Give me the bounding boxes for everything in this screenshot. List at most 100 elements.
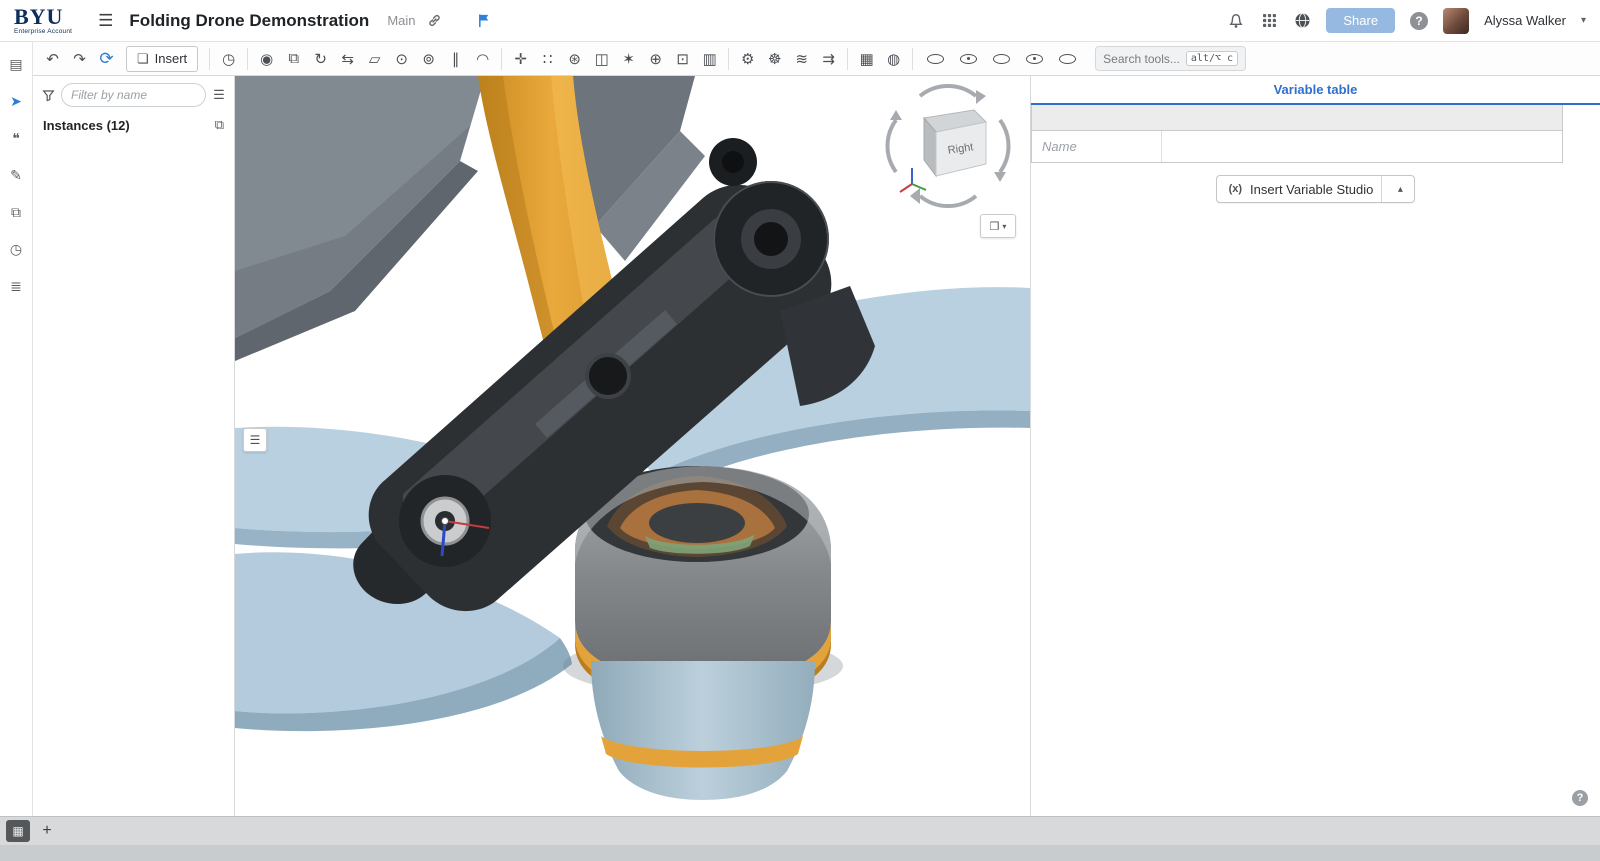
user-menu-caret-icon[interactable]: ▾ bbox=[1581, 15, 1586, 26]
circular-pattern-icon[interactable]: ⊛ bbox=[561, 46, 588, 72]
filter-input[interactable] bbox=[61, 83, 206, 107]
linear-pattern-icon[interactable]: ∷ bbox=[534, 46, 561, 72]
sketch-curve-3-icon[interactable] bbox=[988, 46, 1015, 72]
frames-icon[interactable]: ☸ bbox=[761, 46, 788, 72]
version-flag-icon[interactable] bbox=[476, 12, 494, 30]
routing-icon[interactable]: ⇉ bbox=[815, 46, 842, 72]
new-variable-name-placeholder[interactable]: Name bbox=[1032, 131, 1162, 162]
app-header: BYU Enterprise Account ☰ Folding Drone D… bbox=[0, 0, 1600, 42]
add-tab-button[interactable]: + bbox=[34, 817, 60, 845]
insert-variable-studio-label: Insert Variable Studio bbox=[1250, 181, 1374, 197]
insert-variable-studio-button[interactable]: (x) Insert Variable Studio ▴ bbox=[1215, 175, 1416, 203]
follow-mode-icon[interactable]: ➤ bbox=[5, 91, 27, 111]
variable-table-header bbox=[1031, 105, 1563, 131]
ball-mate-icon[interactable]: ⊚ bbox=[415, 46, 442, 72]
user-name: Alyssa Walker bbox=[1484, 13, 1566, 28]
instances-panel: ☰ Instances (12) ⧉ bbox=[33, 76, 235, 816]
explode-icon[interactable]: ✶ bbox=[615, 46, 642, 72]
insert-icon: ❏ bbox=[137, 50, 149, 66]
sketch-curve-4-icon[interactable] bbox=[1021, 46, 1048, 72]
toolbar-separator bbox=[728, 47, 730, 70]
slider-mate-icon[interactable]: ⇆ bbox=[334, 46, 361, 72]
insert-button[interactable]: ❏ Insert bbox=[126, 45, 199, 72]
revolute-mate-icon[interactable]: ↻ bbox=[307, 46, 334, 72]
byu-logo-text: BYU bbox=[14, 3, 64, 29]
curve-tool-icons bbox=[922, 46, 1081, 72]
snapshot-icon[interactable]: ⊡ bbox=[669, 46, 696, 72]
named-positions-icon[interactable]: ⊕ bbox=[642, 46, 669, 72]
new-row-empty bbox=[1162, 131, 1564, 162]
mate-connector-icon[interactable]: ✛ bbox=[507, 46, 534, 72]
history-icon[interactable]: ◷ bbox=[5, 239, 27, 259]
toolbar-separator bbox=[912, 47, 914, 70]
model-viewport[interactable]: Right ❒ ▾ ☰ bbox=[235, 76, 1030, 816]
search-tools-placeholder: Search tools... bbox=[1103, 51, 1180, 66]
sketch-curve-2-icon[interactable] bbox=[955, 46, 982, 72]
document-title: Folding Drone Demonstration bbox=[129, 10, 370, 30]
appearance-icon[interactable]: ◍ bbox=[880, 46, 907, 72]
main-toolbar: ↶ ↷ ⟳ ❏ Insert ◷ ◉ ⧉ ↻ ⇆ ▱ ⊙ ⊚ ∥ ◠ ✛ ∷ ⊛ ◫ ✶ ⊕ ⊡ ▥ ⚙ ☸ ≋ ⇉ ▦ ◍ … bbox=[33, 42, 1600, 76]
redo-button[interactable]: ↷ bbox=[66, 46, 93, 72]
instances-label: Instances (12) bbox=[43, 117, 130, 133]
edit-document-icon[interactable]: ✎ bbox=[5, 165, 27, 185]
toolbar-separator bbox=[209, 47, 211, 70]
filter-row: ☰ bbox=[33, 76, 234, 112]
share-button[interactable]: Share bbox=[1326, 8, 1396, 33]
search-tools-box[interactable]: Search tools... alt/⌥ c bbox=[1095, 46, 1247, 71]
bottom-strip bbox=[0, 845, 1600, 861]
mirror-icon[interactable]: ◫ bbox=[588, 46, 615, 72]
bom-icon[interactable]: ▥ bbox=[696, 46, 723, 72]
cylindrical-mate-icon[interactable]: ⊙ bbox=[388, 46, 415, 72]
tab-manager-button[interactable]: ▦ bbox=[6, 820, 30, 842]
tangent-mate-icon[interactable]: ◠ bbox=[469, 46, 496, 72]
byu-logo-subtext: Enterprise Account bbox=[14, 27, 73, 35]
rollback-history-icon[interactable]: ◷ bbox=[215, 46, 242, 72]
workspace-name[interactable]: Main bbox=[387, 13, 415, 28]
feature-list-icon[interactable]: ▤ bbox=[5, 54, 27, 74]
byu-logo[interactable]: BYU Enterprise Account bbox=[14, 3, 73, 36]
panel-help-icon[interactable]: ? bbox=[1572, 790, 1588, 806]
drawing-icon[interactable]: ▦ bbox=[853, 46, 880, 72]
search-shortcut-chip: alt/⌥ c bbox=[1185, 51, 1239, 66]
insert-instance-icon[interactable]: ⧉ bbox=[215, 117, 224, 133]
view-cube-faces: Right bbox=[923, 109, 988, 178]
toolbar-separator bbox=[501, 47, 503, 70]
parallel-mate-icon[interactable]: ∥ bbox=[442, 46, 469, 72]
globe-icon[interactable] bbox=[1293, 12, 1311, 30]
variable-table-new-row[interactable]: Name bbox=[1031, 131, 1563, 163]
feature-panel-toggle[interactable]: ☰ bbox=[243, 428, 267, 452]
mate-icon[interactable]: ◉ bbox=[253, 46, 280, 72]
user-avatar[interactable] bbox=[1443, 7, 1470, 34]
properties-icon[interactable]: ≣ bbox=[5, 276, 27, 296]
cube-icon: ❒ bbox=[989, 220, 1000, 233]
filter-funnel-icon[interactable] bbox=[40, 89, 56, 102]
button-divider bbox=[1381, 176, 1383, 202]
axis-triad bbox=[899, 168, 927, 193]
variable-table-title: Variable table bbox=[1031, 76, 1600, 105]
view-cube[interactable]: Right bbox=[882, 80, 1014, 212]
undo-button[interactable]: ↶ bbox=[39, 46, 66, 72]
planar-mate-icon[interactable]: ▱ bbox=[361, 46, 388, 72]
comments-icon[interactable]: ❝ bbox=[5, 128, 27, 148]
help-icon[interactable]: ? bbox=[1410, 11, 1429, 30]
apps-grid-icon[interactable] bbox=[1260, 12, 1278, 30]
view-menu-button[interactable]: ❒ ▾ bbox=[980, 214, 1016, 238]
insert-studio-caret-icon[interactable]: ▴ bbox=[1390, 184, 1410, 195]
variable-studio-icon: (x) bbox=[1228, 183, 1243, 195]
sketch-curve-1-icon[interactable] bbox=[922, 46, 949, 72]
belts-icon[interactable]: ≋ bbox=[788, 46, 815, 72]
toolbar-icons: ◷ ◉ ⧉ ↻ ⇆ ▱ ⊙ ⊚ ∥ ◠ ✛ ∷ ⊛ ◫ ✶ ⊕ ⊡ ▥ ⚙ ☸ ≋ ⇉ ▦ ◍ bbox=[215, 46, 907, 72]
insert-button-label: Insert bbox=[154, 51, 188, 66]
list-options-icon[interactable]: ☰ bbox=[211, 87, 227, 103]
variable-table-panel: Variable table Name (x) Insert Variable … bbox=[1030, 76, 1600, 816]
notifications-bell-icon[interactable] bbox=[1227, 12, 1245, 30]
sync-icon[interactable]: ⟳ bbox=[93, 46, 120, 72]
toolbar-separator bbox=[847, 47, 849, 70]
main-menu-icon[interactable]: ☰ bbox=[98, 11, 113, 31]
caret-down-icon: ▾ bbox=[1002, 221, 1007, 231]
link-icon[interactable] bbox=[426, 12, 444, 30]
group-icon[interactable]: ⧉ bbox=[280, 46, 307, 72]
linked-documents-icon[interactable]: ⧉ bbox=[5, 202, 27, 222]
sketch-curve-5-icon[interactable] bbox=[1054, 46, 1081, 72]
configurations-icon[interactable]: ⚙ bbox=[734, 46, 761, 72]
